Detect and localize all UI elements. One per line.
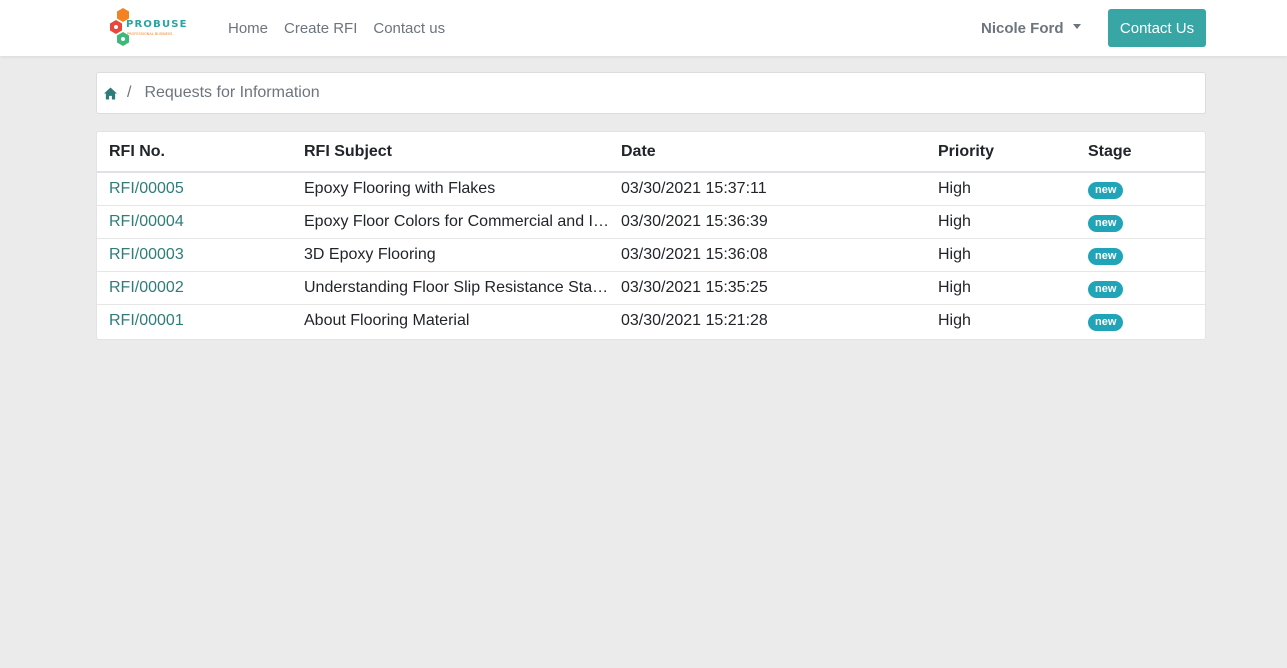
rfi-number-link[interactable]: RFI/00003 (109, 246, 184, 263)
home-icon[interactable] (104, 86, 117, 100)
rfi-subject: 3D Epoxy Flooring (292, 238, 609, 272)
rfi-subject: Epoxy Flooring with Flakes (292, 172, 609, 206)
top-navbar: PROBUSE PROFESSIONAL BUSINESS Home Creat… (0, 0, 1287, 56)
breadcrumb-current: Requests for Information (144, 84, 320, 101)
rfi-subject: Epoxy Floor Colors for Commercial and In… (292, 205, 609, 239)
rfi-date: 03/30/2021 15:37:11 (609, 172, 926, 206)
rfi-table: RFI No. RFI Subject Date Priority Stage … (97, 132, 1205, 337)
table-row[interactable]: RFI/00001 About Flooring Material 03/30/… (97, 304, 1205, 337)
caret-down-icon (1072, 23, 1081, 29)
user-menu-dropdown[interactable]: Nicole Ford (981, 0, 1081, 56)
stage-badge: new (1088, 182, 1124, 200)
header-priority[interactable]: Priority (926, 132, 1076, 173)
table-row[interactable]: RFI/00005 Epoxy Flooring with Flakes 03/… (97, 172, 1205, 206)
logo-tagline: PROFESSIONAL BUSINESS (127, 32, 173, 36)
probuse-logo[interactable]: PROBUSE PROFESSIONAL BUSINESS (107, 8, 187, 48)
rfi-priority: High (926, 172, 1076, 206)
rfi-date: 03/30/2021 15:36:39 (609, 205, 926, 239)
nav-create-rfi-link[interactable]: Create RFI (284, 20, 357, 37)
rfi-date: 03/30/2021 15:36:08 (609, 238, 926, 272)
nav-contact-link[interactable]: Contact us (373, 20, 445, 37)
rfi-subject: About Flooring Material (304, 311, 470, 329)
contact-us-button[interactable]: Contact Us (1108, 9, 1206, 47)
user-name: Nicole Ford (981, 19, 1064, 37)
table-header-row: RFI No. RFI Subject Date Priority Stage (97, 132, 1205, 173)
main-nav: Home Create RFI Contact us (228, 0, 445, 56)
stage-badge: new (1088, 314, 1124, 332)
rfi-priority: High (926, 238, 1076, 272)
rfi-number-link[interactable]: RFI/00002 (109, 279, 184, 296)
table-row[interactable]: RFI/00004 Epoxy Floor Colors for Commerc… (97, 205, 1205, 239)
header-date[interactable]: Date (609, 132, 926, 173)
rfi-number-link[interactable]: RFI/00004 (109, 213, 184, 230)
stage-badge: new (1088, 215, 1124, 232)
header-rfi-no[interactable]: RFI No. (97, 132, 292, 173)
header-rfi-subject[interactable]: RFI Subject (292, 132, 609, 173)
breadcrumb-separator: / (127, 84, 132, 101)
rfi-subject: Understanding Floor Slip Resistance Stan… (292, 271, 609, 305)
logo-wordmark: PROBUSE (126, 19, 188, 30)
header-stage[interactable]: Stage (1076, 132, 1205, 173)
rfi-priority: High (926, 205, 1076, 239)
nav-home-link[interactable]: Home (228, 20, 268, 37)
rfi-table-card: RFI No. RFI Subject Date Priority Stage … (96, 131, 1206, 340)
rfi-priority: High (926, 271, 1076, 305)
rfi-date: 03/30/2021 15:35:25 (609, 271, 926, 305)
rfi-number-link[interactable]: RFI/00001 (109, 312, 184, 329)
rfi-priority: High (938, 311, 971, 329)
breadcrumb: / Requests for Information (96, 72, 1206, 114)
table-row[interactable]: RFI/00003 3D Epoxy Flooring 03/30/2021 1… (97, 238, 1205, 272)
rfi-date: 03/30/2021 15:21:28 (621, 311, 768, 329)
rfi-number-link[interactable]: RFI/00005 (109, 180, 184, 197)
stage-badge: new (1088, 281, 1124, 298)
table-row[interactable]: RFI/00002 Understanding Floor Slip Resis… (97, 271, 1205, 305)
stage-badge: new (1088, 248, 1124, 265)
